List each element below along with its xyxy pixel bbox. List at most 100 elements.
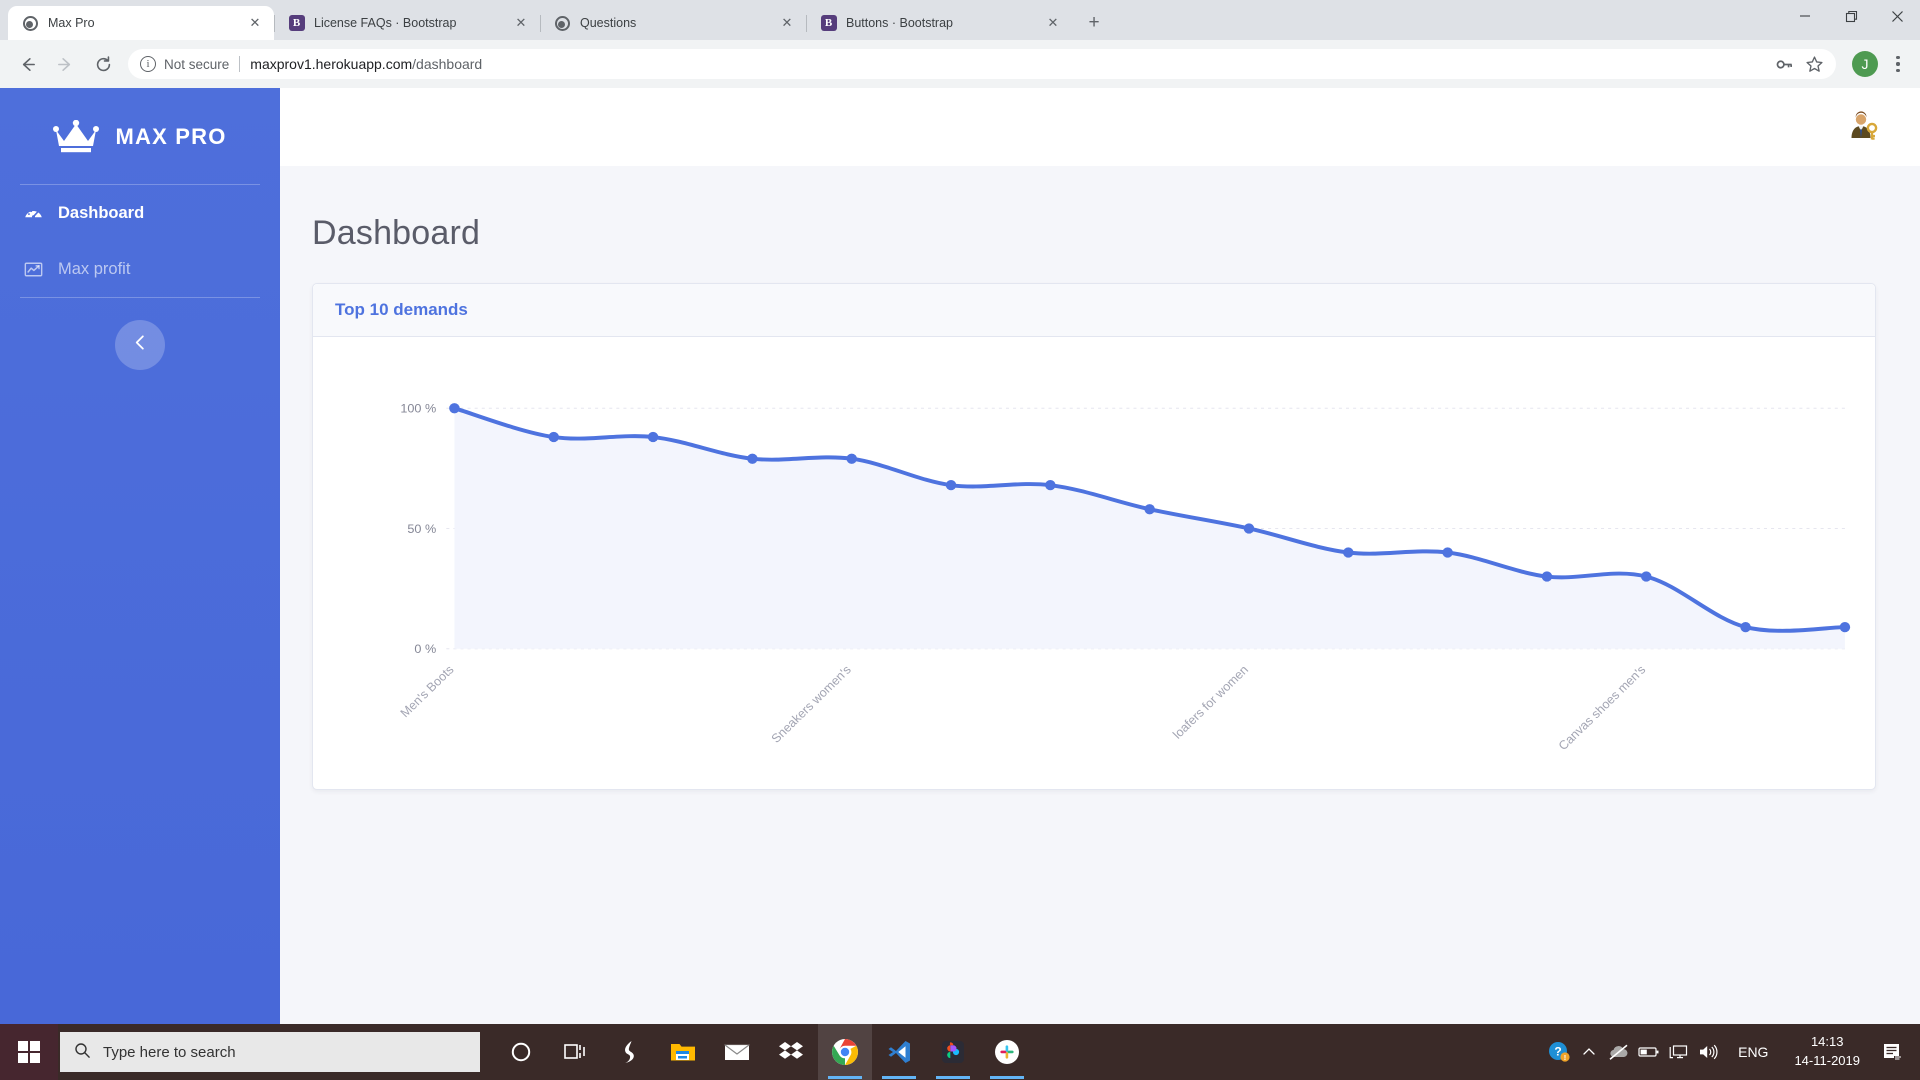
sidebar-item-dashboard[interactable]: Dashboard [0, 185, 280, 241]
sharex-icon[interactable] [602, 1024, 656, 1080]
kebab-menu-icon[interactable] [1884, 50, 1912, 78]
help-badge-icon[interactable]: ? ! [1544, 1024, 1574, 1080]
window-controls [1782, 0, 1920, 40]
sidebar: MAX PRO Dashboard Max profit [0, 88, 280, 1024]
page-title: Dashboard [312, 214, 481, 252]
web-page: MAX PRO Dashboard Max profit Dashboard T… [0, 88, 1920, 1024]
tab-strip: Max Pro ✕ B License FAQs · Bootstrap ✕ Q… [0, 0, 1920, 40]
tab-title: Questions [580, 16, 637, 30]
tab-title: Buttons · Bootstrap [846, 16, 954, 30]
key-icon[interactable] [1770, 50, 1798, 78]
taskbar-clock[interactable]: 14:13 14-11-2019 [1782, 1033, 1872, 1071]
svg-text:0 %: 0 % [414, 642, 436, 656]
chart-canvas: 0 % 50 % 100 % Men's Boots Sneakers women's l… [398, 402, 1851, 753]
clock-time: 14:13 [1810, 1034, 1844, 1050]
figma-icon[interactable] [926, 1024, 980, 1080]
svg-text:Sneakers women's: Sneakers women's [769, 663, 854, 746]
cloud-offline-icon[interactable] [1604, 1024, 1634, 1080]
chrome-icon[interactable] [818, 1024, 872, 1080]
sidebar-item-label: Max profit [58, 259, 131, 278]
app-topbar [280, 88, 1920, 166]
tab-close-icon[interactable]: ✕ [512, 14, 530, 32]
browser-toolbar: i Not secure maxprov1.herokuapp.com/dash… [0, 40, 1920, 88]
file-explorer-icon[interactable] [656, 1024, 710, 1080]
browser-tab-3[interactable]: Questions ✕ [540, 6, 806, 40]
main-area: Dashboard Top 10 demands 0 % 50 % 100 % Men… [280, 88, 1920, 1024]
star-icon[interactable] [1800, 50, 1828, 78]
sidebar-brand-name: MAX PRO [115, 124, 227, 149]
svg-text:Canvas shoes men's: Canvas shoes men's [1556, 663, 1649, 753]
taskbar-search-placeholder: Type here to search [103, 1043, 236, 1061]
chevron-left-icon [132, 334, 149, 356]
bootstrap-icon: B [820, 15, 837, 32]
demands-card: Top 10 demands 0 % 50 % 100 % Men's Boots Sn… [312, 283, 1876, 790]
slack-icon[interactable] [980, 1024, 1034, 1080]
sidebar-toggle-button[interactable] [115, 320, 165, 370]
action-center-icon[interactable] [1872, 1024, 1914, 1080]
crown-icon [53, 119, 100, 154]
user-key-icon[interactable] [1846, 109, 1882, 145]
back-arrow-icon[interactable] [10, 47, 44, 81]
monitor-network-icon[interactable] [1664, 1024, 1694, 1080]
browser-tab-2[interactable]: B License FAQs · Bootstrap ✕ [274, 6, 540, 40]
chart-line-icon [22, 258, 44, 280]
svg-text:loafers for women: loafers for women [1170, 663, 1251, 742]
address-bar[interactable]: i Not secure maxprov1.herokuapp.com/dash… [128, 49, 1836, 79]
input-language[interactable]: ENG [1724, 1044, 1782, 1060]
card-body: 0 % 50 % 100 % Men's Boots Sneakers women's l… [313, 337, 1875, 789]
tab-close-icon[interactable]: ✕ [1044, 14, 1062, 32]
search-icon [74, 1042, 91, 1063]
browser-tab-1[interactable]: Max Pro ✕ [8, 6, 274, 40]
tab-close-icon[interactable]: ✕ [778, 14, 796, 32]
security-label: Not secure [164, 56, 230, 72]
taskbar-search-input[interactable]: Type here to search [60, 1032, 480, 1072]
svg-text:Men's Boots: Men's Boots [398, 663, 457, 720]
sidebar-item-max-profit[interactable]: Max profit [0, 241, 280, 297]
battery-icon[interactable] [1634, 1024, 1664, 1080]
close-icon[interactable] [1874, 0, 1920, 32]
reload-icon[interactable] [86, 47, 120, 81]
windows-taskbar: Type here to search ? ! ENG 14:13 14-11-… [0, 1024, 1920, 1080]
globe-icon [22, 15, 39, 32]
system-tray: ? ! ENG 14:13 14-11-2019 [1544, 1024, 1920, 1080]
new-tab-button[interactable]: + [1080, 9, 1108, 37]
vscode-icon[interactable] [872, 1024, 926, 1080]
profile-avatar[interactable]: J [1852, 51, 1878, 77]
speaker-icon[interactable] [1694, 1024, 1724, 1080]
globe-icon [554, 15, 571, 32]
browser-tab-4[interactable]: B Buttons · Bootstrap ✕ [806, 6, 1072, 40]
url-path: /dashboard [412, 56, 483, 72]
maximize-icon[interactable] [1828, 0, 1874, 32]
info-circle-icon[interactable]: i [140, 56, 156, 72]
top-demands-line-chart[interactable]: 0 % 50 % 100 % Men's Boots Sneakers women's l… [335, 353, 1853, 767]
card-header: Top 10 demands [313, 284, 1875, 337]
taskbar-app-icons [494, 1024, 1034, 1080]
cortana-icon[interactable] [494, 1024, 548, 1080]
forward-arrow-icon[interactable] [48, 47, 82, 81]
url-text: maxprov1.herokuapp.com/dashboard [250, 56, 482, 72]
tab-title: Max Pro [48, 16, 95, 30]
sidebar-brand[interactable]: MAX PRO [0, 94, 280, 184]
svg-text:50 %: 50 % [407, 522, 436, 536]
sidebar-collapse-wrap [0, 298, 280, 370]
tab-title: License FAQs · Bootstrap [314, 16, 457, 30]
speedometer-icon [22, 202, 44, 224]
mail-icon[interactable] [710, 1024, 764, 1080]
url-domain: maxprov1.herokuapp.com [250, 56, 413, 72]
svg-text:100 %: 100 % [400, 402, 436, 416]
page-content: Dashboard Top 10 demands 0 % 50 % 100 % Men… [280, 166, 1920, 1024]
omnibox-actions [1770, 50, 1830, 78]
dropbox-icon[interactable] [764, 1024, 818, 1080]
tab-close-icon[interactable]: ✕ [246, 14, 264, 32]
start-button[interactable] [0, 1024, 58, 1080]
minimize-icon[interactable] [1782, 0, 1828, 32]
windows-logo-icon [18, 1041, 40, 1063]
browser-window: Max Pro ✕ B License FAQs · Bootstrap ✕ Q… [0, 0, 1920, 1024]
chevron-up-icon[interactable] [1574, 1024, 1604, 1080]
svg-text:!: ! [1564, 1053, 1567, 1062]
task-view-icon[interactable] [548, 1024, 602, 1080]
omnibox-divider [239, 56, 241, 72]
bootstrap-icon: B [288, 15, 305, 32]
clock-date: 14-11-2019 [1794, 1053, 1860, 1068]
card-title: Top 10 demands [335, 300, 468, 319]
